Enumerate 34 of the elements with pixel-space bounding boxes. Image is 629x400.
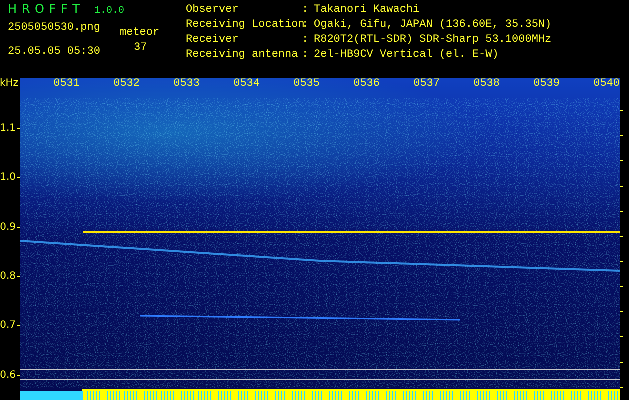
info-label: Receiver xyxy=(186,33,240,48)
axis-label: 1.1 xyxy=(0,122,16,134)
info-value: Takanori Kawachi xyxy=(314,3,420,18)
meteor-count: 37 xyxy=(133,42,148,54)
axis-label: 0.8 xyxy=(0,271,16,282)
info-label: Observer xyxy=(186,3,240,18)
axis-label: 0.7 xyxy=(0,320,16,332)
info-value: Ogaki, Gifu, JAPAN (136.60E, 35.35N) xyxy=(314,18,552,33)
colon-separator: : xyxy=(302,33,310,48)
time-label: 0539 xyxy=(534,78,560,92)
time-label: 0534 xyxy=(234,78,260,92)
info-value: R820T2(RTL-SDR) SDR-Sharp 53.1000MHz xyxy=(314,33,552,48)
axis-unit: kHz xyxy=(0,78,19,91)
time-label: 0533 xyxy=(174,78,200,92)
time-label: 0532 xyxy=(114,78,140,92)
info-value: 2el-HB9CV Vertical (el. E-W) xyxy=(314,48,499,63)
time-label: 0540 xyxy=(594,78,620,92)
colon-separator: : xyxy=(302,3,310,18)
axis-label: 1.0 xyxy=(0,172,16,184)
datetime-label: 25.05.05 05:30 xyxy=(8,46,102,58)
app-title: H R O F F T xyxy=(8,2,81,16)
info-label: Receiving antenna xyxy=(186,48,300,63)
meteor-label: meteor xyxy=(120,27,160,39)
time-label: 0538 xyxy=(474,78,500,92)
version-label: 1.0.0 xyxy=(94,6,125,17)
time-label: 0536 xyxy=(354,78,380,92)
time-label: 0531 xyxy=(54,78,80,92)
axis-label: 0.9 xyxy=(0,222,16,233)
time-label: 0535 xyxy=(294,78,320,92)
filename-label: 2505050530.png xyxy=(8,22,102,34)
info-label: Receiving Location xyxy=(186,18,302,33)
colon-separator: : xyxy=(302,48,310,63)
axis-label: 0.6 xyxy=(0,370,16,381)
time-label: 0537 xyxy=(414,78,440,92)
